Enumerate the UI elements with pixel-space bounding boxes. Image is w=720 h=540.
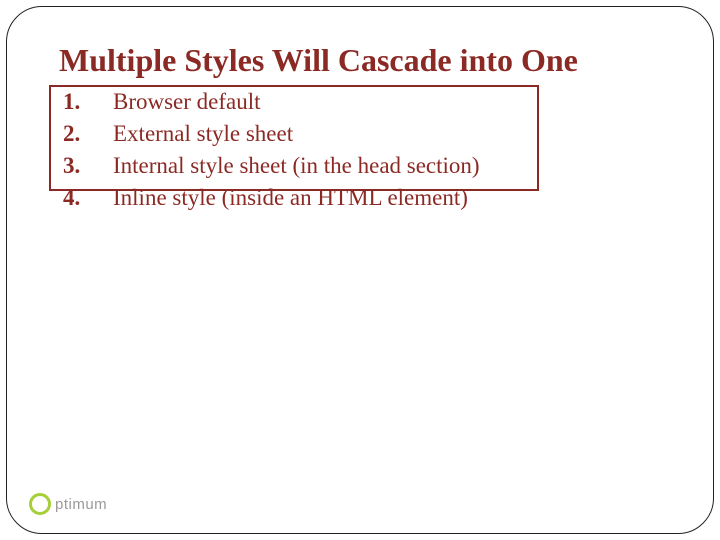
list-container: Browser default External style sheet Int… [59, 83, 661, 213]
list-item: Inline style (inside an HTML element) [63, 183, 559, 213]
list-item: Browser default [63, 87, 559, 117]
slide-title: Multiple Styles Will Cascade into One [59, 41, 661, 79]
list-item: Internal style sheet (in the head sectio… [63, 151, 559, 181]
optimum-logo: ptimum [29, 493, 107, 515]
slide-content: Multiple Styles Will Cascade into One Br… [7, 7, 713, 213]
slide-frame: Multiple Styles Will Cascade into One Br… [6, 6, 714, 534]
cascade-list: Browser default External style sheet Int… [59, 83, 559, 213]
logo-ring-icon [29, 493, 51, 515]
logo-text: ptimum [55, 496, 107, 513]
list-item: External style sheet [63, 119, 559, 149]
